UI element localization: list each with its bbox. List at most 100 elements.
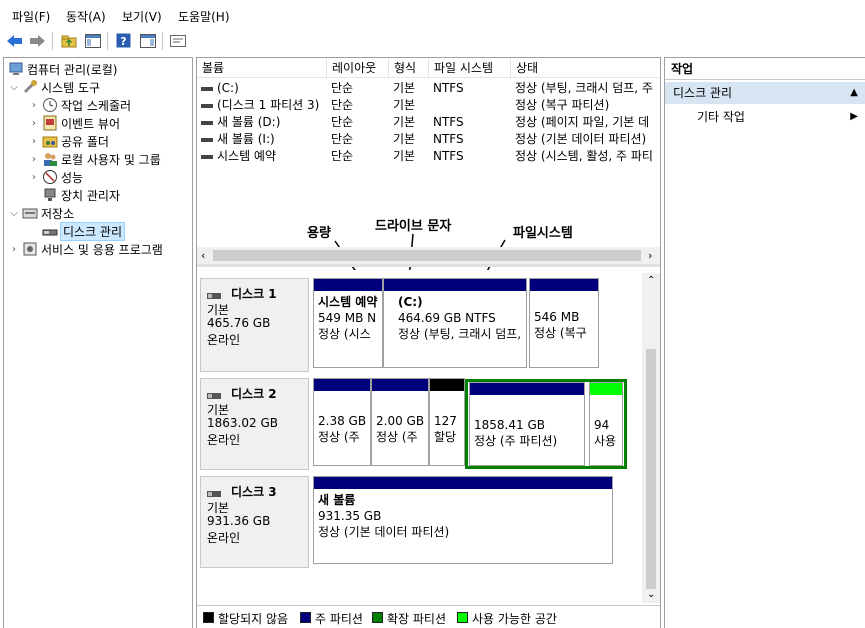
partition-size: 1858.41 GB <box>474 418 545 432</box>
partition-size: 549 MB N <box>318 311 377 325</box>
disk-info-2[interactable]: 디스크 2 기본 1863.02 GB 온라인 <box>200 378 309 470</box>
computer-management-icon <box>8 61 24 77</box>
tree-item-device-manager[interactable]: 장치 관리자 <box>40 186 120 204</box>
disk-management-pane: 볼륨 레이아웃 형식 파일 시스템 상태 (C:) 단순 기본 NTFS 정상 (부팅,… <box>196 57 661 628</box>
menu-action[interactable]: 동작(A) <box>66 8 106 25</box>
partition-state: 정상 (기본 데이터 파티션) <box>318 525 450 539</box>
expand-chevron-icon[interactable]: › <box>28 154 40 165</box>
scroll-down-icon[interactable]: ⌄ <box>647 589 655 600</box>
partition[interactable]: 1858.41 GB 정상 (주 파티션) <box>469 382 585 466</box>
partition[interactable]: 새 볼륨 931.35 GB 정상 (기본 데이터 파티션) <box>313 476 613 564</box>
partition-size: 127 <box>434 414 457 428</box>
legend-swatch-free <box>457 612 468 623</box>
expand-chevron-icon[interactable]: › <box>8 244 20 255</box>
menu-file[interactable]: 파일(F) <box>12 8 50 25</box>
disk-status: 온라인 <box>207 531 241 545</box>
svg-text:?: ? <box>120 35 126 48</box>
partition[interactable]: 2.00 GB 정상 (주 <box>371 378 429 466</box>
partition-state: 할당 <box>434 430 457 444</box>
partition-title: 시스템 예약 <box>318 295 378 309</box>
actions-section-disk-management[interactable]: 디스크 관리 ▲ <box>665 82 865 104</box>
partition-type-bar <box>314 477 612 489</box>
collapse-up-icon[interactable]: ▲ <box>850 82 858 104</box>
partition[interactable]: 시스템 예약 549 MB N 정상 (시스 <box>313 278 383 368</box>
partition[interactable]: 127 할당 <box>429 378 465 466</box>
disk-status: 온라인 <box>207 333 241 347</box>
expand-chevron-icon[interactable]: › <box>28 172 40 183</box>
console-tree-icon[interactable] <box>83 31 102 50</box>
partition-state: 정상 (주 <box>318 430 360 444</box>
submenu-arrow-icon: ▶ <box>850 111 858 122</box>
partition-title: 새 볼륨 <box>318 493 356 507</box>
legend: 할당되지 않음 주 파티션 확장 파티션 사용 가능한 공간 <box>197 605 660 628</box>
storage-icon <box>22 205 38 221</box>
disk-size: 465.76 GB <box>207 316 271 330</box>
tree-item-event-viewer[interactable]: › 이벤트 뷰어 <box>28 114 120 132</box>
expand-chevron-icon[interactable]: › <box>28 118 40 129</box>
scroll-right-icon[interactable]: › <box>648 249 652 262</box>
help-icon[interactable]: ? <box>114 31 133 50</box>
pane-splitter[interactable] <box>197 264 660 267</box>
partition-type-bar <box>384 279 526 291</box>
partition[interactable]: 94 사용 <box>589 382 623 466</box>
disk-name: 디스크 2 <box>231 387 277 401</box>
menu-bar: 파일(F) 동작(A) 보기(V) 도움말(H) <box>0 0 865 28</box>
legend-label-unallocated: 할당되지 않음 <box>218 612 289 626</box>
scroll-up-icon[interactable]: ⌃ <box>647 275 655 286</box>
partition-state: 정상 (복구 <box>534 326 587 340</box>
disk-info-1[interactable]: 디스크 1 기본 465.76 GB 온라인 <box>200 278 309 372</box>
disk-info-3[interactable]: 디스크 3 기본 931.36 GB 온라인 <box>200 476 309 568</box>
menu-help[interactable]: 도움말(H) <box>178 8 230 25</box>
disk-management-icon <box>42 223 58 239</box>
performance-icon <box>42 169 58 185</box>
tree-item-disk-management[interactable]: 디스크 관리 <box>40 221 126 241</box>
expand-chevron-icon[interactable]: › <box>28 100 40 111</box>
tree-item-local-users[interactable]: › 로컬 사용자 및 그룹 <box>28 150 161 168</box>
services-icon <box>22 241 38 257</box>
properties-icon[interactable] <box>168 31 187 50</box>
forward-arrow-icon[interactable] <box>28 31 47 50</box>
back-arrow-icon[interactable] <box>5 31 24 50</box>
scroll-left-icon[interactable]: ‹ <box>201 249 205 262</box>
tree-item-shared-folders[interactable]: › 공유 폴더 <box>28 132 109 150</box>
event-viewer-icon <box>42 115 58 131</box>
partition-type-bar <box>530 279 598 291</box>
partition[interactable]: 546 MB 정상 (복구 <box>529 278 599 368</box>
partition-state: 사용 <box>594 434 617 448</box>
partition[interactable]: (C:) 464.69 GB NTFS 정상 (부팅, 크래시 덤프, <box>383 278 527 368</box>
tools-icon <box>22 79 38 95</box>
collapse-chevron-icon[interactable]: ⌵ <box>8 208 20 219</box>
actions-more[interactable]: 기타 작업 ▶ <box>665 106 865 128</box>
partition-size: 931.35 GB <box>318 509 382 523</box>
legend-swatch-extended <box>372 612 383 623</box>
disk-map-vscroll[interactable]: ⌃ ⌄ <box>642 273 660 603</box>
partition-type-bar <box>470 383 584 395</box>
actions-header: 작업 <box>665 58 865 80</box>
partition-state: 정상 (시스 <box>318 327 371 341</box>
volume-list-hscroll[interactable]: ‹ › <box>197 247 660 264</box>
action-pane-icon[interactable] <box>138 31 157 50</box>
collapse-chevron-icon[interactable]: ⌵ <box>8 82 20 93</box>
partition-type-bar <box>590 383 622 395</box>
tree-item-system-tools[interactable]: ⌵ 시스템 도구 <box>8 78 100 96</box>
vscroll-thumb[interactable] <box>646 349 656 589</box>
tree-item-services[interactable]: › 서비스 및 응용 프로그램 <box>8 240 163 258</box>
partition-state: 정상 (주 파티션) <box>474 434 558 448</box>
hscroll-thumb[interactable] <box>213 250 641 261</box>
toolbar: ? <box>0 28 865 54</box>
tree-item-performance[interactable]: › 성능 <box>28 168 83 186</box>
actions-pane: 작업 디스크 관리 ▲ 기타 작업 ▶ <box>664 57 865 628</box>
tree-item-task-scheduler[interactable]: › 작업 스케줄러 <box>28 96 131 114</box>
tree-item-computer-management[interactable]: 컴퓨터 관리(로컬) <box>6 60 117 78</box>
partition[interactable]: 2.38 GB 정상 (주 <box>313 378 371 466</box>
partition-type-bar <box>314 279 382 291</box>
expand-chevron-icon[interactable]: › <box>28 136 40 147</box>
partition-size: 2.38 GB <box>318 414 367 428</box>
device-manager-icon <box>42 187 58 203</box>
legend-swatch-unallocated <box>203 612 214 623</box>
console-tree: 컴퓨터 관리(로컬) ⌵ 시스템 도구 › 작업 스케줄러 › 이벤트 뷰어 ›… <box>3 57 193 628</box>
tree-item-storage[interactable]: ⌵ 저장소 <box>8 204 74 222</box>
menu-view[interactable]: 보기(V) <box>122 8 162 25</box>
legend-label-extended: 확장 파티션 <box>387 612 447 626</box>
up-folder-icon[interactable] <box>59 31 78 50</box>
